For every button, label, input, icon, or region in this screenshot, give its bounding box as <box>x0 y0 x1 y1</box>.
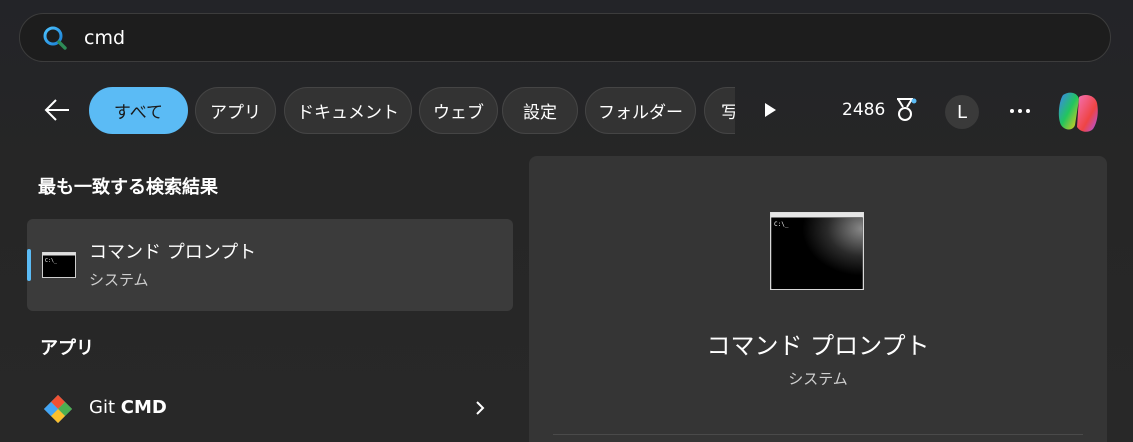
best-match-result[interactable]: C:\_ コマンド プロンプト システム <box>27 219 513 311</box>
result-subtitle: システム <box>89 271 149 289</box>
app-label-prefix: Git <box>89 397 121 418</box>
best-match-heading: 最も一致する検索結果 <box>38 177 218 198</box>
app-label: Git CMD <box>89 397 167 418</box>
git-icon <box>44 395 72 423</box>
command-prompt-icon: C:\_ <box>42 252 76 278</box>
chevron-right-icon[interactable] <box>471 398 489 418</box>
chip-all[interactable]: すべて <box>89 87 188 134</box>
preview-title: コマンド プロンプト <box>706 332 930 360</box>
rewards-points[interactable]: 2486 <box>842 100 885 120</box>
search-bar[interactable] <box>19 13 1111 62</box>
preview-subtitle: システム <box>788 370 848 388</box>
apps-heading: アプリ <box>40 338 94 359</box>
chip-web[interactable]: ウェブ <box>419 87 498 134</box>
medal-icon[interactable] <box>892 96 918 124</box>
chip-settings[interactable]: 設定 <box>502 87 578 134</box>
selection-indicator <box>27 249 31 281</box>
divider <box>553 434 1083 435</box>
chip-folders[interactable]: フォルダー <box>585 87 696 134</box>
preview-panel: C:\_ コマンド プロンプト システム <box>529 156 1107 442</box>
app-item-git-cmd[interactable]: Git CMD <box>27 384 513 432</box>
back-arrow-icon[interactable] <box>42 95 72 125</box>
chip-documents[interactable]: ドキュメント <box>284 87 412 134</box>
copilot-icon[interactable] <box>1055 89 1101 135</box>
result-title: コマンド プロンプト <box>89 242 257 263</box>
chip-photos[interactable]: 写 <box>704 87 735 134</box>
search-input[interactable] <box>84 23 984 53</box>
play-icon[interactable] <box>760 100 780 120</box>
app-label-bold: CMD <box>120 397 167 418</box>
more-icon[interactable] <box>1006 97 1034 125</box>
avatar[interactable]: L <box>945 95 979 129</box>
search-icon <box>43 26 67 50</box>
svg-text:C:\_: C:\_ <box>774 221 789 228</box>
command-prompt-large-icon: C:\_ <box>770 212 864 290</box>
svg-text:C:\_: C:\_ <box>45 258 58 264</box>
chip-apps[interactable]: アプリ <box>195 87 276 134</box>
filter-chips: すべて アプリ ドキュメント ウェブ 設定 フォルダー 写 <box>89 87 735 135</box>
